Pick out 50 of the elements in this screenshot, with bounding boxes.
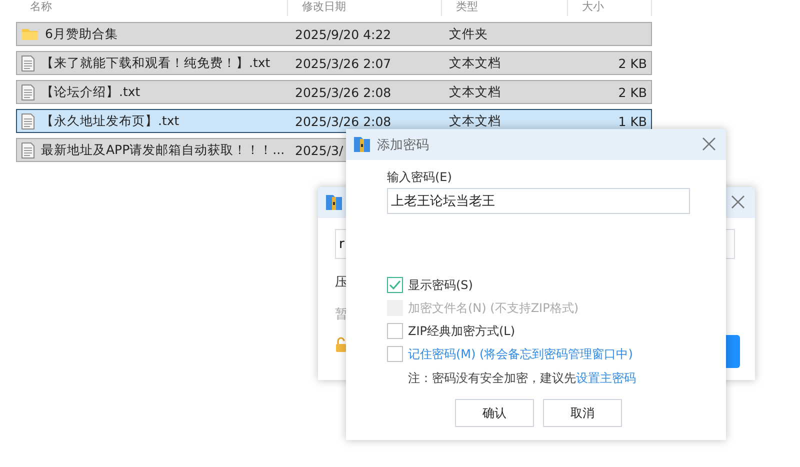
folder-icon	[21, 27, 39, 41]
dialog-button[interactable]: 取消	[543, 399, 622, 427]
checkbox[interactable]	[387, 277, 403, 293]
archive-icon	[353, 136, 371, 153]
column-header[interactable]: 修改日期	[288, 0, 442, 16]
document-icon	[21, 84, 35, 100]
lock-icon	[335, 337, 347, 353]
option-label: 加密文件名(N) (不支持ZIP格式)	[408, 300, 579, 316]
file-row[interactable]: 6月赞助合集 2025/9/20 4:22 文件夹	[16, 22, 652, 46]
file-date: 2025/3/26 2:08	[295, 114, 392, 128]
file-name: 【论坛介绍】.txt	[41, 84, 140, 100]
file-size: 1 KB	[618, 114, 648, 128]
file-name: 6月赞助合集	[45, 26, 118, 42]
file-name: 【永久地址发布页】.txt	[41, 112, 180, 130]
file-type: 文本文档	[449, 112, 501, 130]
file-date: 2025/3/26 2:08	[295, 84, 392, 100]
file-date: 2025/9/20 4:22	[295, 26, 392, 42]
dialog-text: 暂	[335, 306, 348, 323]
file-date: 2025/3/26 2:07	[295, 56, 392, 70]
password-field[interactable]: 上老王论坛当老王	[387, 188, 690, 214]
column-header[interactable]: 名称	[16, 0, 288, 16]
checkbox[interactable]	[387, 346, 403, 362]
file-date: 2025/3/	[295, 142, 344, 158]
note-text: 注：密码没有安全加密，建议先设置主密码	[408, 370, 637, 387]
document-icon	[21, 142, 35, 158]
archive-icon	[325, 194, 343, 211]
close-button[interactable]	[731, 194, 747, 210]
close-button[interactable]	[702, 136, 718, 152]
file-row[interactable]: 【来了就能下载和观看！纯免费！】.txt 2025/3/26 2:07 文本文档 2 KB	[16, 51, 652, 75]
document-icon	[21, 112, 35, 130]
file-name: 【来了就能下载和观看！纯免费！】.txt	[41, 54, 270, 72]
file-name: 最新地址及APP请发邮箱自动获取！！！...	[41, 142, 285, 158]
option-label: 显示密码(S)	[408, 276, 473, 294]
file-type: 文本文档	[449, 54, 501, 72]
checkbox[interactable]	[387, 323, 403, 339]
document-icon	[21, 54, 35, 72]
file-size: 2 KB	[618, 56, 648, 70]
file-size: 2 KB	[618, 84, 648, 100]
set-master-password-link[interactable]: 设置主密码	[576, 371, 636, 385]
file-row[interactable]: 【论坛介绍】.txt 2025/3/26 2:08 文本文档 2 KB	[16, 80, 652, 104]
dialog-button[interactable]: 确认	[455, 399, 534, 427]
column-header[interactable]: 类型	[442, 0, 568, 16]
file-type: 文件夹	[449, 26, 488, 42]
option-link[interactable]: 记住密码(M) (将会备忘到密码管理窗口中)	[408, 346, 633, 362]
column-header[interactable]: 大小	[568, 0, 652, 16]
option-label: ZIP经典加密方式(L)	[408, 322, 516, 340]
file-type: 文本文档	[449, 84, 501, 100]
file-row[interactable]: 【永久地址发布页】.txt 2025/3/26 2:08 文本文档 1 KB	[16, 109, 652, 133]
password-label: 输入密码(E)	[387, 169, 453, 186]
dialog-title: 添加密码	[377, 136, 430, 154]
